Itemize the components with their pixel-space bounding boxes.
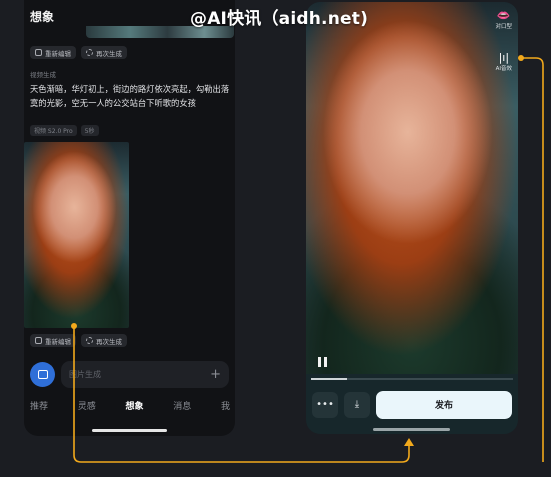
- image-upload-button[interactable]: [30, 361, 55, 387]
- regenerate-button[interactable]: 再次生成: [81, 46, 127, 59]
- video-progress-bar[interactable]: [311, 378, 513, 380]
- meta-tags: 视频 S2.0 Pro 5秒: [30, 125, 99, 136]
- more-button[interactable]: •••: [312, 391, 338, 418]
- generated-video-thumbnail[interactable]: [24, 142, 129, 328]
- refresh-icon: [86, 337, 93, 344]
- nav-imagine[interactable]: 想象: [125, 399, 143, 412]
- connector-side-tool: [521, 57, 544, 462]
- top-action-row: 重新编辑 再次生成: [30, 46, 127, 59]
- nav-messages[interactable]: 消息: [173, 399, 191, 412]
- pause-icon[interactable]: [318, 357, 328, 367]
- right-phone-screen: 👄 对口型 |ı| AI音效 ••• ⤓ 发布: [306, 2, 518, 434]
- lip-sync-button[interactable]: 👄 对口型: [495, 9, 512, 31]
- home-indicator: [92, 429, 167, 432]
- prompt-input-bar: 图片生成 +: [30, 360, 229, 388]
- bottom-nav: 推荐 灵感 想象 消息 我: [30, 399, 230, 412]
- audio-wave-icon: |ı|: [498, 51, 510, 64]
- prompt-text: 天色渐暗，华灯初上，街边的路灯依次亮起，勾勒出落寞的光影，空无一人的公交站台下听…: [30, 84, 230, 108]
- regenerate-button[interactable]: 再次生成: [81, 334, 127, 347]
- download-icon: ⤓: [354, 399, 360, 410]
- nav-me[interactable]: 我: [221, 399, 230, 412]
- download-button[interactable]: ⤓: [344, 391, 370, 418]
- prompt-input[interactable]: 图片生成 +: [61, 360, 229, 388]
- ai-sound-button[interactable]: |ı| AI音效: [496, 51, 512, 73]
- re-edit-button[interactable]: 重新编辑: [30, 334, 76, 347]
- video-player[interactable]: [306, 2, 518, 374]
- action-bar: ••• ⤓ 发布: [312, 390, 512, 419]
- nav-inspiration[interactable]: 灵感: [78, 399, 96, 412]
- image-icon: [37, 369, 48, 379]
- model-tag: 视频 S2.0 Pro: [30, 125, 77, 136]
- bottom-action-row: 重新编辑 再次生成: [30, 334, 127, 347]
- section-label: 视频生成: [30, 71, 56, 79]
- input-placeholder: 图片生成: [69, 369, 101, 379]
- lips-icon: 👄: [496, 9, 511, 22]
- video-progress-fill: [311, 378, 348, 380]
- home-indicator: [373, 428, 450, 431]
- re-edit-button[interactable]: 重新编辑: [30, 46, 76, 59]
- edit-icon: [35, 49, 42, 56]
- duration-tag: 5秒: [80, 125, 99, 136]
- watermark: @AI快讯（aidh.net): [190, 9, 369, 29]
- left-phone-screen: 想象 重新编辑 再次生成 视频生成 天色渐暗，华灯初上，街边的路灯依次亮起，勾勒…: [24, 0, 235, 436]
- plus-icon[interactable]: +: [210, 367, 221, 382]
- edit-icon: [35, 337, 42, 344]
- refresh-icon: [86, 49, 93, 56]
- connector-arrowhead: [404, 438, 414, 446]
- connector-dot: [518, 55, 524, 61]
- more-icon: •••: [316, 399, 334, 410]
- app-title: 想象: [30, 10, 55, 24]
- nav-recommend[interactable]: 推荐: [30, 399, 48, 412]
- publish-button[interactable]: 发布: [376, 390, 512, 419]
